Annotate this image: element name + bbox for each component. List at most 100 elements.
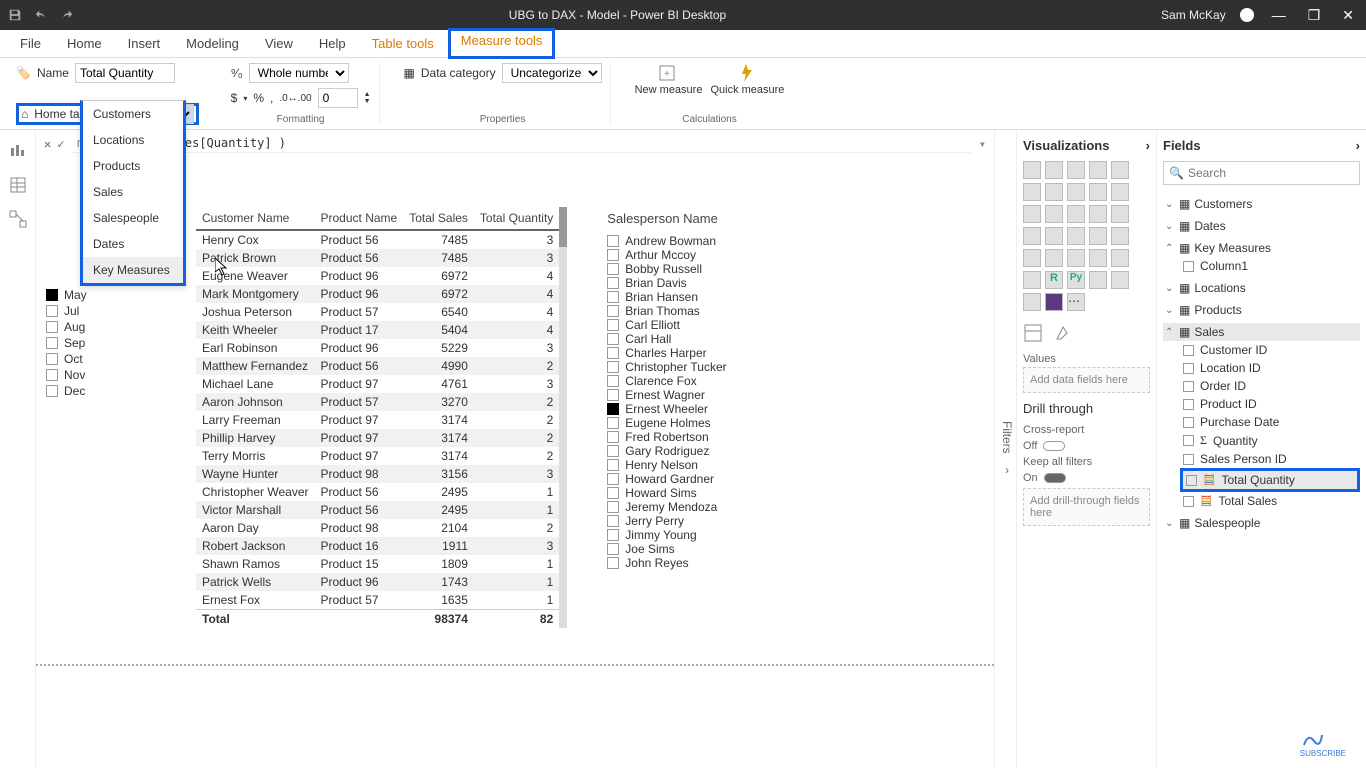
model-view-icon[interactable] (9, 210, 27, 228)
slicer-item[interactable]: Bobby Russell (607, 262, 797, 276)
viz-stacked-bar-icon[interactable] (1023, 161, 1041, 179)
table-row[interactable]: Michael LaneProduct 9747613 (196, 375, 559, 393)
table-dates[interactable]: ⌄▦Dates (1163, 217, 1360, 235)
field-sales-person-id[interactable]: Sales Person ID (1183, 450, 1360, 468)
viz-r-icon[interactable]: R (1045, 271, 1063, 289)
formula-commit-icon[interactable]: ✓ (57, 137, 64, 151)
fields-tab-icon[interactable] (1023, 323, 1043, 343)
viz-line-icon[interactable] (1045, 183, 1063, 201)
menu-insert[interactable]: Insert (116, 32, 173, 55)
table-row[interactable]: Mark MontgomeryProduct 9669724 (196, 285, 559, 303)
field-order-id[interactable]: Order ID (1183, 377, 1360, 395)
datacat-dropdown[interactable]: Uncategorized (502, 63, 602, 83)
viz-area-icon[interactable] (1067, 183, 1085, 201)
report-view-icon[interactable] (9, 142, 27, 160)
checkbox-icon[interactable] (1183, 399, 1194, 410)
viz-more-icon[interactable]: ⋯ (1067, 293, 1085, 311)
checkbox-icon[interactable] (1183, 345, 1194, 356)
checkbox-icon[interactable] (607, 403, 619, 415)
table-row[interactable]: Wayne HunterProduct 9831563 (196, 465, 559, 483)
viz-scatter-icon[interactable] (1111, 205, 1129, 223)
table-row[interactable]: Earl RobinsonProduct 9652293 (196, 339, 559, 357)
checkbox-icon[interactable] (607, 319, 619, 331)
redo-icon[interactable] (60, 8, 74, 22)
slicer-item[interactable]: Carl Elliott (607, 318, 797, 332)
checkbox-icon[interactable] (1183, 496, 1194, 507)
viz-matrix-icon[interactable] (1023, 271, 1041, 289)
minimize-button[interactable]: — (1268, 7, 1290, 23)
checkbox-icon[interactable] (46, 337, 58, 349)
viz-100-bar-icon[interactable] (1111, 161, 1129, 179)
viz-gauge-icon[interactable] (1023, 249, 1041, 267)
checkbox-icon[interactable] (607, 431, 619, 443)
menu-table-tools[interactable]: Table tools (360, 32, 446, 55)
field-total-sales[interactable]: 🧮Total Sales (1183, 492, 1360, 510)
menu-view[interactable]: View (253, 32, 305, 55)
undo-icon[interactable] (34, 8, 48, 22)
checkbox-icon[interactable] (607, 375, 619, 387)
table-row[interactable]: Larry FreemanProduct 9731742 (196, 411, 559, 429)
subscribe-badge[interactable]: SUBSCRIBE (1300, 729, 1346, 758)
col-product[interactable]: Product Name (315, 207, 404, 230)
table-row[interactable]: Christopher WeaverProduct 5624951 (196, 483, 559, 501)
menu-modeling[interactable]: Modeling (174, 32, 251, 55)
menu-measure-tools[interactable]: Measure tools (448, 28, 556, 59)
checkbox-icon[interactable] (607, 557, 619, 569)
checkbox-icon[interactable] (1183, 454, 1194, 465)
checkbox-icon[interactable] (607, 389, 619, 401)
format-tab-icon[interactable] (1053, 323, 1073, 343)
checkbox-icon[interactable] (607, 347, 619, 359)
chevron-right-icon[interactable]: › (1146, 138, 1150, 153)
table-row[interactable]: Robert JacksonProduct 1619113 (196, 537, 559, 555)
decimal-input[interactable] (318, 88, 358, 108)
slicer-item[interactable]: Brian Davis (607, 276, 797, 290)
table-row[interactable]: Henry CoxProduct 5674853 (196, 230, 559, 249)
col-customer[interactable]: Customer Name (196, 207, 315, 230)
slicer-item[interactable]: Andrew Bowman (607, 234, 797, 248)
avatar-icon[interactable] (1240, 8, 1254, 22)
checkbox-icon[interactable] (46, 353, 58, 365)
checkbox-icon[interactable] (607, 291, 619, 303)
table-locations[interactable]: ⌄▦Locations (1163, 279, 1360, 297)
viz-filled-map-icon[interactable] (1111, 227, 1129, 245)
table-products[interactable]: ⌄▦Products (1163, 301, 1360, 319)
checkbox-icon[interactable] (1183, 417, 1194, 428)
slicer-item[interactable]: Howard Gardner (607, 472, 797, 486)
table-row[interactable]: Eugene WeaverProduct 9669724 (196, 267, 559, 285)
new-measure-button[interactable]: + New measure (635, 62, 703, 96)
viz-table-icon[interactable] (1111, 249, 1129, 267)
dd-item-sales[interactable]: Sales (83, 179, 183, 205)
checkbox-icon[interactable] (607, 487, 619, 499)
percent-button[interactable]: % (253, 91, 264, 105)
currency-button[interactable]: $ (231, 91, 238, 105)
col-total-sales[interactable]: Total Sales (403, 207, 474, 230)
maximize-button[interactable]: ❐ (1304, 7, 1325, 24)
slicer-item[interactable]: Eugene Holmes (607, 416, 797, 430)
field-customer-id[interactable]: Customer ID (1183, 341, 1360, 359)
checkbox-icon[interactable] (607, 445, 619, 457)
slicer-item[interactable]: Henry Nelson (607, 458, 797, 472)
slicer-item[interactable]: Ernest Wagner (607, 388, 797, 402)
checkbox-icon[interactable] (607, 543, 619, 555)
table-row[interactable]: Aaron DayProduct 9821042 (196, 519, 559, 537)
table-row[interactable]: Shawn RamosProduct 1518091 (196, 555, 559, 573)
table-row[interactable]: Matthew FernandezProduct 5649902 (196, 357, 559, 375)
search-input[interactable] (1163, 161, 1360, 185)
dd-item-dates[interactable]: Dates (83, 231, 183, 257)
slicer-item[interactable]: Arthur Mccoy (607, 248, 797, 262)
comma-button[interactable]: , (270, 91, 273, 105)
dd-item-products[interactable]: Products (83, 153, 183, 179)
viz-qa-icon[interactable] (1023, 293, 1041, 311)
slicer-item[interactable]: Howard Sims (607, 486, 797, 500)
menu-help[interactable]: Help (307, 32, 358, 55)
checkbox-icon[interactable] (607, 263, 619, 275)
viz-decomp-icon[interactable] (1111, 271, 1129, 289)
field-product-id[interactable]: Product ID (1183, 395, 1360, 413)
viz-custom-icon[interactable] (1045, 293, 1063, 311)
checkbox-icon[interactable] (1186, 475, 1197, 486)
col-total-qty[interactable]: Total Quantity (474, 207, 559, 230)
checkbox-icon[interactable] (607, 459, 619, 471)
field-quantity[interactable]: ΣQuantity (1183, 431, 1360, 450)
slicer-item[interactable]: Carl Hall (607, 332, 797, 346)
slicer-item[interactable]: Clarence Fox (607, 374, 797, 388)
